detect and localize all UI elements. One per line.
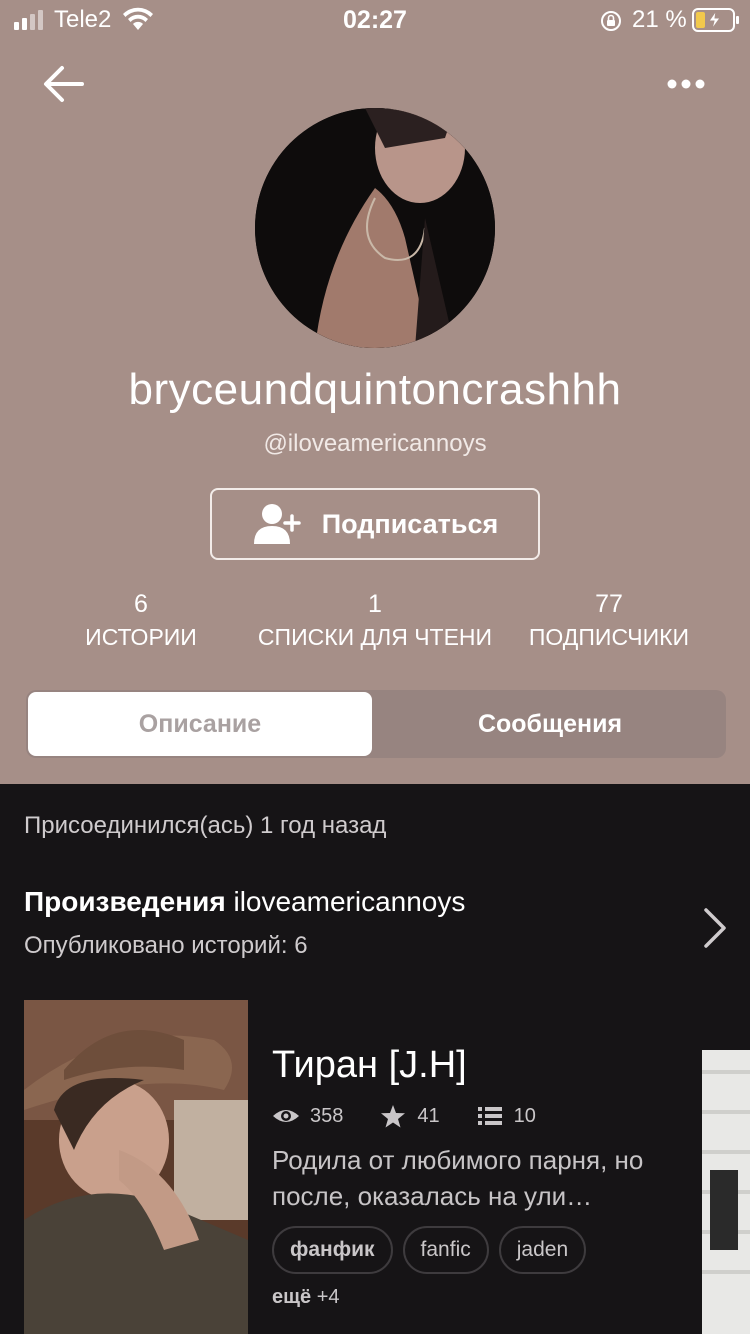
works-heading-username: iloveamericannoys (225, 886, 466, 917)
stat-label: ПОДПИСЧИКИ (528, 624, 690, 650)
parts-count: 10 (513, 1104, 536, 1127)
add-user-icon (253, 504, 301, 544)
tab-messages[interactable]: Сообщения (378, 690, 722, 758)
tag-chip[interactable]: фанфик (272, 1226, 393, 1274)
next-story-cover[interactable] (702, 1050, 750, 1334)
works-heading[interactable]: Произведения iloveamericannoys (24, 886, 465, 918)
status-bar: Tele2 02:27 21 % (0, 0, 750, 40)
avatar (255, 108, 495, 348)
story-tags: фанфик fanfic jaden (272, 1226, 587, 1274)
follow-button[interactable]: Подписаться (210, 488, 540, 560)
star-icon (381, 1105, 406, 1128)
stat-reading-lists[interactable]: 1 СПИСКИ ДЛЯ ЧТЕНИ (256, 590, 494, 651)
more-options-icon[interactable] (660, 64, 712, 104)
more-tags-label: ещё (272, 1286, 312, 1308)
stat-label: ИСТОРИИ (85, 624, 197, 650)
profile-header: Tele2 02:27 21 % bryceundquintoncrashhh … (0, 0, 750, 784)
rotation-lock-icon (601, 11, 621, 31)
story-description: Родила от любимого парня, но после, оказ… (272, 1145, 644, 1211)
stat-followers[interactable]: 77 ПОДПИСЧИКИ (484, 590, 734, 651)
next-story-cover-image (702, 1050, 750, 1334)
works-heading-label: Произведения (24, 886, 226, 917)
published-count: Опубликовано историй: 6 (24, 932, 308, 959)
views-count: 358 (310, 1104, 344, 1127)
stat-value: 6 (134, 590, 148, 618)
votes-count: 41 (417, 1104, 440, 1127)
battery-percent: 21 % (632, 6, 687, 33)
story-title[interactable]: Тиран [J.H] (272, 1044, 467, 1087)
list-icon (477, 1107, 502, 1125)
tag-chip[interactable]: fanfic (402, 1226, 489, 1274)
more-tags-count: +4 (316, 1286, 340, 1308)
tab-about[interactable]: Описание (28, 692, 372, 756)
story-stats: 358 41 10 (272, 1100, 572, 1132)
story-cover[interactable] (24, 1000, 248, 1334)
battery-icon (692, 8, 739, 32)
eye-icon (273, 1110, 299, 1122)
more-tags-link[interactable]: ещё +4 (272, 1286, 340, 1309)
story-cover-image (24, 1000, 248, 1334)
tag-chip[interactable]: jaden (498, 1226, 587, 1274)
chevron-right-icon[interactable] (700, 906, 730, 950)
avatar-photo (255, 108, 495, 348)
stat-label: СПИСКИ ДЛЯ ЧТЕНИ (257, 624, 493, 650)
stat-value: 77 (595, 590, 623, 618)
profile-tabs: Описание Сообщения (26, 690, 726, 758)
joined-text: Присоединился(ась) 1 год назад (24, 812, 387, 839)
back-arrow-icon[interactable] (40, 60, 88, 108)
stat-value: 1 (368, 590, 382, 618)
display-name: bryceundquintoncrashhh (128, 365, 622, 414)
stat-stories[interactable]: 6 ИСТОРИИ (16, 590, 266, 651)
follow-label: Подписаться (321, 508, 499, 539)
username-handle: @iloveamericannoys (263, 430, 487, 457)
